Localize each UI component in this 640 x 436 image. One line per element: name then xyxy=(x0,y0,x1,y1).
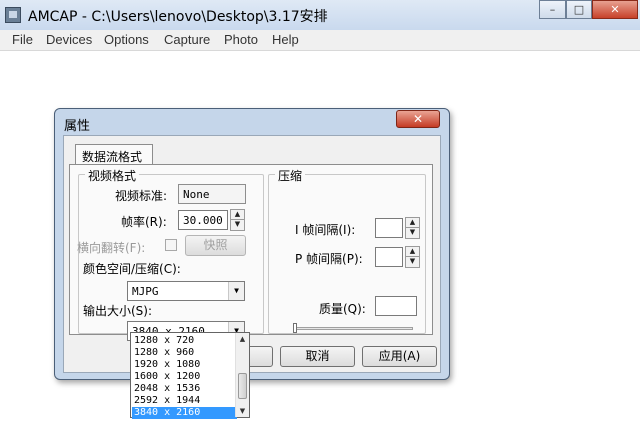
menu-devices[interactable]: Devices xyxy=(46,32,92,47)
menu-bar: File Devices Options Capture Photo Help xyxy=(0,30,640,51)
color-space-value: MJPG xyxy=(132,285,159,298)
apply-button[interactable]: 应用(A) xyxy=(362,346,437,367)
color-space-label: 颜色空间/压缩(C): xyxy=(83,262,181,276)
menu-file[interactable]: File xyxy=(12,32,33,47)
tab-stream-format[interactable]: 数据流格式 xyxy=(75,144,153,165)
output-size-option[interactable]: 1600 x 1200 xyxy=(132,371,237,383)
output-size-option[interactable]: 2592 x 1944 xyxy=(132,395,237,407)
scroll-down-icon[interactable]: ▼ xyxy=(236,405,249,417)
video-standard-label: 视频标准: xyxy=(115,189,168,203)
output-size-option[interactable]: 1920 x 1080 xyxy=(132,359,237,371)
close-icon: ✕ xyxy=(412,112,424,126)
maximize-button[interactable]: □ xyxy=(566,0,592,19)
output-size-option[interactable]: 2048 x 1536 xyxy=(132,383,237,395)
spin-down-icon[interactable]: ▼ xyxy=(231,220,244,230)
properties-dialog: 属性 ✕ 数据流格式 视频格式 视频标准: None 帧率(R): 30.000… xyxy=(54,108,450,380)
output-size-option[interactable]: 1280 x 960 xyxy=(132,347,237,359)
tab-label: 数据流格式 xyxy=(82,150,143,164)
output-size-option-selected[interactable]: 3840 x 2160 xyxy=(132,407,237,419)
output-size-label: 输出大小(S): xyxy=(83,304,153,318)
spin-up-icon[interactable]: ▲ xyxy=(406,247,419,257)
close-icon: ✕ xyxy=(610,3,620,16)
spin-down-icon[interactable]: ▼ xyxy=(406,228,419,238)
minimize-icon: – xyxy=(549,3,556,16)
spin-up-icon[interactable]: ▲ xyxy=(231,210,244,220)
maximize-icon: □ xyxy=(573,3,585,16)
scrollbar-thumb[interactable] xyxy=(238,373,247,399)
menu-photo[interactable]: Photo xyxy=(224,32,258,47)
quality-slider[interactable] xyxy=(293,327,413,330)
compression-group: 压缩 I 帧间隔(I): ▲ ▼ P 帧间隔(P): ▲ ▼ 质量(Q): xyxy=(268,167,426,334)
app-title: AMCAP - C:\Users\lenovo\Desktop\3.17安排 xyxy=(28,9,328,25)
menu-capture[interactable]: Capture xyxy=(164,32,210,47)
video-format-group-title: 视频格式 xyxy=(85,167,140,184)
flip-horizontal-label: 横向翻转(F): xyxy=(77,241,146,255)
p-frame-interval-input[interactable] xyxy=(375,247,403,267)
spin-down-icon[interactable]: ▼ xyxy=(406,257,419,267)
p-frame-interval-spinner[interactable]: ▲ ▼ xyxy=(405,246,420,268)
dialog-close-button[interactable]: ✕ xyxy=(396,110,440,128)
i-frame-interval-input[interactable] xyxy=(375,218,403,238)
i-frame-interval-spinner[interactable]: ▲ ▼ xyxy=(405,217,420,239)
video-standard-value: None xyxy=(178,184,246,204)
close-button[interactable]: ✕ xyxy=(592,0,638,19)
quality-slider-handle[interactable] xyxy=(293,323,297,333)
dialog-client-area: 数据流格式 视频格式 视频标准: None 帧率(R): 30.000 ▲ ▼ … xyxy=(63,135,441,373)
amcap-app-icon xyxy=(5,7,21,23)
scroll-up-icon[interactable]: ▲ xyxy=(236,333,249,345)
framerate-spinner[interactable]: ▲ ▼ xyxy=(230,209,245,231)
p-frame-interval-label: P 帧间隔(P): xyxy=(295,252,363,266)
framerate-label: 帧率(R): xyxy=(121,215,167,229)
flip-horizontal-checkbox[interactable] xyxy=(165,239,177,251)
i-frame-interval-label: I 帧间隔(I): xyxy=(295,223,356,237)
framerate-input[interactable]: 30.000 xyxy=(178,210,228,230)
chevron-down-icon[interactable]: ▼ xyxy=(228,282,244,300)
output-size-dropdown-list: 1280 x 720 1280 x 960 1920 x 1080 1600 x… xyxy=(130,332,250,419)
video-format-group: 视频格式 视频标准: None 帧率(R): 30.000 ▲ ▼ 横向翻转(F… xyxy=(77,167,264,341)
menu-options[interactable]: Options xyxy=(104,32,149,47)
menu-help[interactable]: Help xyxy=(272,32,299,47)
spin-up-icon[interactable]: ▲ xyxy=(406,218,419,228)
compression-group-title: 压缩 xyxy=(275,167,306,184)
app-titlebar[interactable]: AMCAP - C:\Users\lenovo\Desktop\3.17安排 –… xyxy=(0,0,640,30)
snapshot-button[interactable]: 快照 xyxy=(185,235,246,256)
dialog-title: 属性 xyxy=(64,119,91,134)
dropdown-scrollbar[interactable]: ▲ ▼ xyxy=(235,333,249,417)
output-size-option[interactable]: 1280 x 720 xyxy=(132,335,237,347)
color-space-select[interactable]: MJPG ▼ xyxy=(127,281,245,301)
tab-panel: 视频格式 视频标准: None 帧率(R): 30.000 ▲ ▼ 横向翻转(F… xyxy=(69,164,433,341)
quality-input[interactable] xyxy=(375,296,417,316)
minimize-button[interactable]: – xyxy=(539,0,566,19)
cancel-button[interactable]: 取消 xyxy=(280,346,355,367)
quality-label: 质量(Q): xyxy=(319,302,366,316)
